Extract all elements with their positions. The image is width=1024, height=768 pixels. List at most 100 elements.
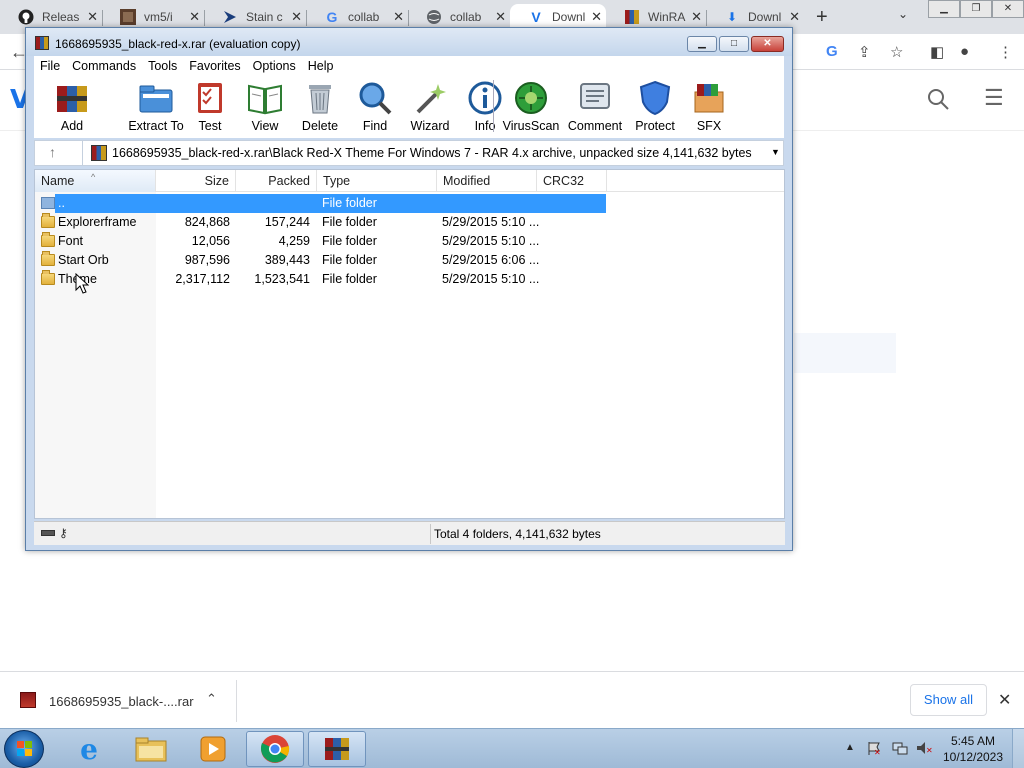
page-placeholder-block bbox=[794, 333, 896, 373]
side-panel-icon[interactable]: ◧ bbox=[930, 43, 944, 61]
triangle-icon bbox=[222, 9, 238, 25]
close-tab-icon[interactable]: ✕ bbox=[291, 9, 302, 25]
menu-favorites[interactable]: Favorites bbox=[183, 59, 246, 73]
winrar-icon bbox=[35, 36, 49, 50]
svg-text:✕: ✕ bbox=[926, 746, 932, 755]
archive-path-bar[interactable]: ↑ 1668695935_black-red-x.rar\Black Red-X… bbox=[34, 140, 784, 166]
menu-options[interactable]: Options bbox=[247, 59, 302, 73]
system-clock[interactable]: 5:45 AM 10/12/2023 bbox=[940, 733, 1006, 765]
comment-button[interactable]: Comment bbox=[563, 78, 627, 134]
table-row[interactable]: Font 12,056 4,259 File folder 5/29/2015 … bbox=[35, 232, 606, 251]
table-row[interactable]: Theme 2,317,112 1,523,541 File folder 5/… bbox=[35, 270, 606, 289]
network-icon[interactable] bbox=[892, 741, 908, 755]
search-icon[interactable] bbox=[926, 87, 950, 117]
show-desktop-button[interactable] bbox=[1012, 729, 1024, 768]
maximize-button[interactable]: □ bbox=[719, 36, 749, 52]
close-tab-icon[interactable]: ✕ bbox=[495, 9, 506, 25]
virusscan-button[interactable]: VirusScan bbox=[499, 78, 563, 134]
file-list: Name ^ Size Packed Type Modified CRC32 .… bbox=[34, 169, 785, 519]
winrar-icon bbox=[624, 9, 640, 25]
sfx-button[interactable]: SFX bbox=[677, 78, 741, 134]
menu-help[interactable]: Help bbox=[302, 59, 340, 73]
divider bbox=[236, 680, 237, 722]
selection-highlight: .. File folder bbox=[55, 194, 606, 213]
key-icon[interactable]: ⚷ bbox=[59, 526, 68, 540]
close-button[interactable]: ✕ bbox=[751, 36, 784, 52]
divider bbox=[430, 524, 431, 544]
menu-tools[interactable]: Tools bbox=[142, 59, 183, 73]
menu-bar: File Commands Tools Favorites Options He… bbox=[34, 56, 784, 76]
file-type: File folder bbox=[322, 253, 377, 267]
close-icon[interactable]: ✕ bbox=[992, 0, 1024, 18]
extract-folder-icon bbox=[139, 85, 173, 113]
share-icon[interactable]: ⇪ bbox=[858, 43, 871, 61]
file-modified: 5/29/2015 5:10 ... bbox=[442, 234, 540, 248]
google-lens-icon[interactable]: G bbox=[826, 43, 838, 60]
table-row[interactable]: Start Orb 987,596 389,443 File folder 5/… bbox=[35, 251, 606, 270]
action-center-flag-icon[interactable]: ✕ bbox=[866, 741, 882, 755]
up-one-level-arrow-icon[interactable]: ↑ bbox=[49, 144, 56, 160]
menu-file[interactable]: File bbox=[34, 59, 66, 73]
column-header-packed[interactable]: Packed bbox=[236, 170, 317, 192]
virus-scan-icon bbox=[515, 82, 547, 114]
add-archive-icon bbox=[57, 86, 87, 112]
file-name: .. bbox=[58, 196, 65, 210]
github-icon bbox=[18, 9, 34, 25]
tab-search-chevron-icon[interactable]: ⌄ bbox=[898, 7, 908, 21]
chevron-up-icon[interactable]: ⌃ bbox=[206, 691, 217, 707]
tab-title: collab bbox=[450, 10, 482, 24]
internet-explorer-icon: e bbox=[80, 732, 98, 766]
image-icon bbox=[120, 9, 136, 25]
column-header-crc32[interactable]: CRC32 bbox=[537, 170, 607, 192]
new-tab-icon[interactable]: + bbox=[816, 6, 828, 29]
column-header-modified[interactable]: Modified bbox=[437, 170, 537, 192]
file-explorer-taskbar-button[interactable] bbox=[122, 731, 180, 767]
file-packed: 4,259 bbox=[278, 234, 310, 248]
close-tab-icon[interactable]: ✕ bbox=[691, 9, 702, 25]
close-tab-icon[interactable]: ✕ bbox=[789, 9, 800, 25]
file-size: 987,596 bbox=[184, 253, 230, 267]
bookmark-star-icon[interactable]: ☆ bbox=[890, 43, 903, 61]
menu-commands[interactable]: Commands bbox=[66, 59, 142, 73]
show-all-button[interactable]: Show all bbox=[910, 684, 987, 716]
divider bbox=[82, 141, 83, 165]
shield-icon bbox=[639, 80, 671, 116]
close-tab-icon[interactable]: ✕ bbox=[189, 9, 200, 25]
column-header-type[interactable]: Type bbox=[317, 170, 437, 192]
minimize-button[interactable]: ▁ bbox=[687, 36, 717, 52]
close-tab-icon[interactable]: ✕ bbox=[393, 9, 404, 25]
tab-title: Releas bbox=[42, 10, 80, 24]
winrar-title-bar[interactable]: 1668695935_black-red-x.rar (evaluation c… bbox=[26, 28, 792, 56]
chrome-taskbar-button[interactable] bbox=[246, 731, 304, 767]
tab-title: WinRA bbox=[648, 10, 686, 24]
restore-icon[interactable]: ❐ bbox=[960, 0, 992, 18]
hamburger-menu-icon[interactable]: ☰ bbox=[984, 85, 1004, 111]
close-tab-icon[interactable]: ✕ bbox=[591, 9, 602, 25]
sort-ascending-icon: ^ bbox=[91, 172, 96, 182]
table-row[interactable]: Explorerframe 824,868 157,244 File folde… bbox=[35, 213, 606, 232]
show-hidden-icons-arrow-icon[interactable]: ▲ bbox=[845, 742, 855, 753]
profile-avatar-icon[interactable]: ● bbox=[960, 43, 969, 60]
column-header-name[interactable]: Name ^ bbox=[35, 170, 156, 192]
download-file-name[interactable]: 1668695935_black-....rar bbox=[49, 694, 194, 709]
media-player-icon bbox=[200, 736, 226, 762]
magnifier-icon bbox=[359, 82, 392, 115]
minimize-icon[interactable]: ▁ bbox=[928, 0, 960, 18]
volume-muted-icon[interactable]: ✕ bbox=[916, 741, 932, 755]
close-tab-icon[interactable]: ✕ bbox=[87, 9, 98, 25]
drive-icon[interactable] bbox=[41, 530, 55, 536]
winrar-taskbar-button[interactable] bbox=[308, 731, 366, 767]
more-menu-icon[interactable]: ⋮ bbox=[998, 43, 1013, 61]
file-name: Explorerframe bbox=[58, 215, 137, 229]
internet-explorer-taskbar-button[interactable]: e bbox=[60, 731, 118, 767]
column-header-size[interactable]: Size bbox=[156, 170, 236, 192]
file-list-header: Name ^ Size Packed Type Modified CRC32 bbox=[35, 170, 784, 192]
close-icon[interactable]: ✕ bbox=[998, 690, 1011, 710]
tab-title: Stain c bbox=[246, 10, 283, 24]
table-row-parent[interactable]: .. File folder bbox=[35, 194, 606, 213]
dropdown-arrow-icon[interactable]: ▼ bbox=[771, 147, 780, 157]
add-button[interactable]: Add bbox=[40, 78, 104, 134]
google-icon: G bbox=[326, 9, 338, 25]
media-player-taskbar-button[interactable] bbox=[184, 731, 242, 767]
start-button[interactable] bbox=[4, 730, 44, 768]
